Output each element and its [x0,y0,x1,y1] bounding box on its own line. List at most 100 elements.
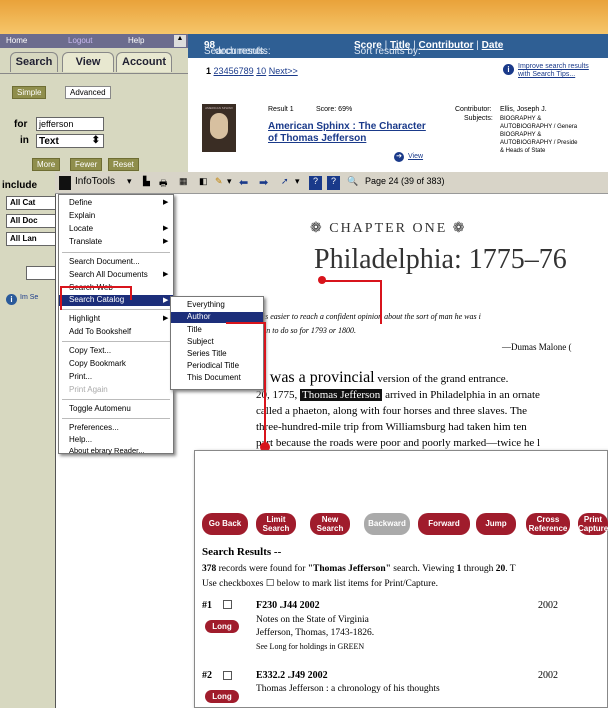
view-arrow-icon[interactable]: ➔ [394,152,404,162]
record-checkbox[interactable] [223,671,232,680]
view-link[interactable]: View [408,153,423,160]
search-go-button[interactable] [26,266,56,280]
logout-link[interactable]: Logout [68,36,92,45]
home-link[interactable]: Home [6,36,27,45]
submenu-item-subject[interactable]: Subject [187,337,214,346]
menu-item-add-to-bookshelf[interactable]: Add To Bookshelf [69,327,131,336]
menu-item-search-all-documents[interactable]: Search All Documents [69,270,148,279]
subject-item: BIOGRAPHY & [500,116,542,122]
summary-through: through [463,564,494,574]
subject-item: AUTOBIOGRAPHY / Preside [500,140,578,146]
go-to-page-icon[interactable]: ➚ [281,176,289,190]
menu-item-preferences[interactable]: Preferences... [69,423,119,432]
whats-this-icon[interactable]: ? [327,176,340,190]
go-dropdown-icon[interactable]: ▾ [295,176,300,190]
page-9-link[interactable]: 9 [249,66,254,76]
menu-item-define[interactable]: Define [69,198,92,207]
include-document-select[interactable]: All Doc [6,214,61,228]
back-arrow-icon[interactable]: ⬅ [239,176,248,190]
tab-account[interactable]: Account [116,52,172,72]
cross-reference-button[interactable]: Cross Reference [526,513,570,535]
include-language-select[interactable]: All Lan [6,232,61,246]
include-category-select[interactable]: All Cat [6,196,61,210]
highlight-dropdown-icon[interactable]: ▾ [227,176,232,190]
fit-page-icon[interactable]: ◧ [199,176,208,190]
menu-item-highlight[interactable]: Highlight [69,314,100,323]
forward-button[interactable]: Forward [418,513,470,535]
print-icon[interactable]: 🖶 [159,176,168,190]
results-header: Search results: 98 documents. Sort resul… [188,34,608,58]
submenu-arrow-icon: ▶ [163,271,169,278]
new-search-button[interactable]: New Search [310,513,350,535]
menu-item-locate[interactable]: Locate [69,224,93,233]
scroll-up-icon[interactable]: ▲ [174,35,186,47]
results-count-suffix: documents. [215,46,267,57]
page-1-current: 1 [206,66,212,76]
search-tips-link[interactable]: Im Se [20,294,40,302]
table-of-contents-icon[interactable]: ▦ [179,176,188,190]
menu-item-print[interactable]: Print... [69,372,92,381]
menu-item-help[interactable]: Help... [69,435,92,444]
limit-search-button[interactable]: Limit Search [256,513,296,535]
infotools-button[interactable]: InfoTools [75,176,115,190]
go-back-button[interactable]: Go Back [202,513,248,535]
menu-item-toggle-automenu[interactable]: Toggle Automenu [69,404,131,413]
tab-view[interactable]: View [62,52,114,72]
simple-button[interactable]: Simple [12,86,47,99]
print-capture-button[interactable]: Print Capture [578,513,608,535]
long-view-button[interactable]: Long [205,620,239,633]
advanced-button[interactable]: Advanced [65,86,111,99]
menu-separator [62,341,170,342]
jump-button[interactable]: Jump [476,513,516,535]
menu-item-search-catalog[interactable]: Search Catalog [59,295,173,306]
page-10-link[interactable]: 10 [256,66,266,76]
help-link[interactable]: Help [128,36,144,45]
field-select[interactable]: Text ⬍ [36,134,104,148]
query-input[interactable]: jefferson [36,117,104,131]
help-icon[interactable]: ? [309,176,322,190]
menu-item-copy-text[interactable]: Copy Text... [69,346,111,355]
callout-line [60,286,62,310]
record-holdings: See Long for holdings in GREEN [256,642,365,651]
submenu-item-series-title[interactable]: Series Title [187,349,227,358]
record-call-number[interactable]: E332.2 .J49 2002 [256,670,328,681]
submenu-item-this-document[interactable]: This Document [187,373,241,382]
submenu-item-title[interactable]: Title [187,325,202,334]
body-line2-post: arrived in Philadelphia in an ornate [385,389,540,401]
record-call-number[interactable]: F230 .J44 2002 [256,600,320,611]
sort-contributor-link[interactable]: Contributor [419,40,474,51]
forward-arrow-icon[interactable]: ➡ [259,176,268,190]
menu-item-explain[interactable]: Explain [69,211,95,220]
highlighter-icon[interactable]: ✎ [215,176,223,190]
submenu-arrow-icon: ▶ [163,297,169,304]
next-page-link[interactable]: Next>> [269,66,298,76]
sort-controls: Sort results by: Score | Title | Contrib… [354,40,504,57]
pagination: 1 23456789 10 Next>> [206,66,298,76]
sort-date-link[interactable]: Date [482,40,504,51]
menu-item-translate[interactable]: Translate [69,237,102,246]
body-line1: version of the grand entrance. [377,373,509,385]
reset-button[interactable]: Reset [108,158,139,171]
menu-item-search-document[interactable]: Search Document... [69,257,140,266]
menu-item-copy-bookmark[interactable]: Copy Bookmark [69,359,126,368]
menu-separator [62,309,170,310]
dropdown-arrow-icon[interactable]: ▾ [127,176,132,190]
search-tips-link-top[interactable]: Improve search results with Search Tips..… [518,63,589,79]
fewer-button[interactable]: Fewer [70,158,103,171]
record-checkbox[interactable] [223,600,232,609]
book-cover-thumbnail[interactable]: AMERICAN SPHINX [202,104,236,152]
zoom-icon[interactable]: 🔍 [347,176,358,190]
tab-search[interactable]: Search [10,52,58,72]
body-line2-pre: 20, 1775, [256,389,298,401]
selected-text-highlight[interactable]: Thomas Jefferson [300,389,383,401]
sidebar-tabs: Search View Account [10,52,180,74]
menu-item-about[interactable]: About ebrary Reader... [69,446,144,455]
result-title-link[interactable]: American Sphinx : The Character of Thomas… [268,121,426,145]
more-button[interactable]: More [32,158,61,171]
long-view-button[interactable]: Long [205,690,239,703]
record-number: #1 [202,600,212,611]
submenu-item-everything[interactable]: Everything [187,300,225,309]
bookshelf-icon[interactable]: ▙ [143,176,150,190]
contributor-value: Ellis, Joseph J. [500,106,547,113]
submenu-item-periodical-title[interactable]: Periodical Title [187,361,239,370]
